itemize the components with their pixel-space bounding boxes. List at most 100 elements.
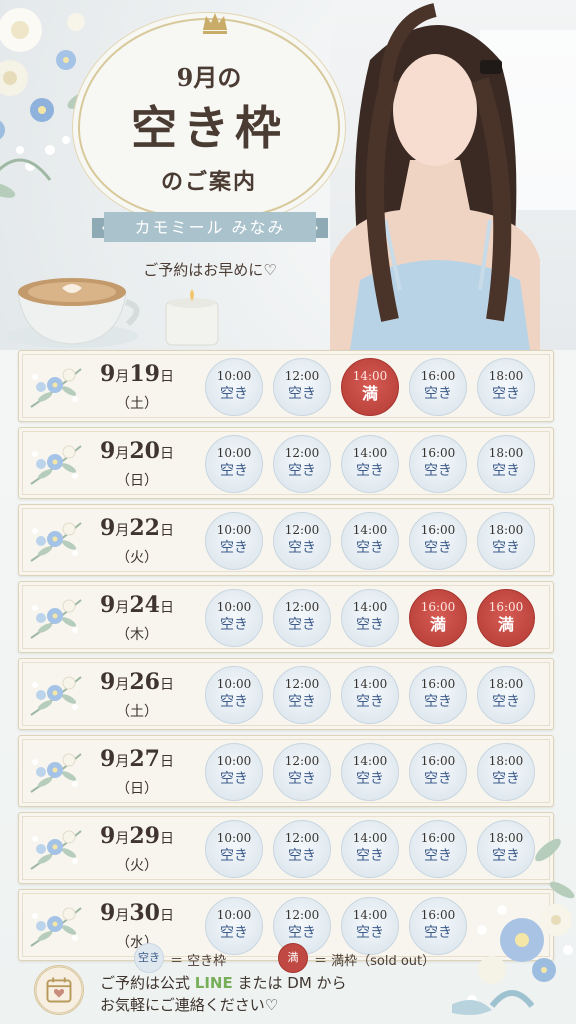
slot-status: 空き (220, 694, 248, 710)
slot-status: 空き (492, 694, 520, 710)
slot-open[interactable]: 18:00 空き (477, 435, 535, 493)
slot-status: 空き (356, 463, 384, 479)
slot-open[interactable]: 14:00 空き (341, 512, 399, 570)
flower-decoration (30, 907, 82, 947)
slot-time: 18:00 (488, 754, 524, 768)
slot-time: 10:00 (216, 754, 252, 768)
slot-time: 12:00 (284, 677, 320, 691)
slot-time: 12:00 (284, 754, 320, 768)
slot-open[interactable]: 10:00 空き (205, 358, 263, 416)
slot-full[interactable]: 14:00 満 (341, 358, 399, 416)
slot-time: 10:00 (216, 908, 252, 922)
slot-time: 14:00 (352, 908, 388, 922)
slot-open[interactable]: 10:00 空き (205, 512, 263, 570)
slot-status: 空き (356, 694, 384, 710)
slot-open[interactable]: 12:00 空き (273, 820, 331, 878)
slot-open[interactable]: 10:00 空き (205, 743, 263, 801)
slot-full[interactable]: 16:00 満 (477, 589, 535, 647)
page-title: 空き枠 (131, 101, 287, 155)
slot-time: 18:00 (488, 446, 524, 460)
day-of-week: （木） (116, 627, 158, 643)
slot-open[interactable]: 18:00 空き (477, 512, 535, 570)
day-of-week: （土） (116, 396, 158, 412)
slot-time: 10:00 (216, 446, 252, 460)
slot-open[interactable]: 12:00 空き (273, 589, 331, 647)
slot-open[interactable]: 14:00 空き (341, 820, 399, 878)
slot-open[interactable]: 16:00 空き (409, 743, 467, 801)
slot-time: 12:00 (284, 369, 320, 383)
day-row: 9月19日 （土） 10:00 空き 12:00 空き 14:00 満 16:00 空… (18, 350, 554, 422)
slot-time: 10:00 (216, 369, 252, 383)
slot-open[interactable]: 10:00 空き (205, 589, 263, 647)
slot-open[interactable]: 14:00 空き (341, 666, 399, 724)
slot-open[interactable]: 12:00 空き (273, 512, 331, 570)
slot-status: 空き (288, 386, 316, 402)
slot-status: 空き (492, 386, 520, 402)
slot-open[interactable]: 14:00 空き (341, 743, 399, 801)
slot-status: 空き (220, 386, 248, 402)
slot-open[interactable]: 12:00 空き (273, 743, 331, 801)
slot-status: 満 (497, 615, 514, 634)
slot-time: 16:00 (488, 600, 524, 614)
slot-status: 空き (356, 848, 384, 864)
slot-status: 空き (492, 463, 520, 479)
slot-open[interactable]: 18:00 空き (477, 666, 535, 724)
slot-status: 空き (288, 540, 316, 556)
footer-line1-a: ご予約は公式 (100, 974, 191, 992)
slot-open[interactable]: 16:00 空き (409, 435, 467, 493)
slot-time: 14:00 (352, 677, 388, 691)
slot-full[interactable]: 16:00 満 (409, 589, 467, 647)
slot-time: 12:00 (284, 446, 320, 460)
slot-open[interactable]: 12:00 空き (273, 358, 331, 416)
slot-status: 空き (424, 463, 452, 479)
slot-open[interactable]: 14:00 空き (341, 435, 399, 493)
slot-open[interactable]: 16:00 空き (409, 512, 467, 570)
slot-status: 空き (356, 771, 384, 787)
slot-open[interactable]: 10:00 空き (205, 435, 263, 493)
legend-full-text: ＝ 満枠（sold out） (314, 954, 436, 969)
slot-time: 14:00 (352, 600, 388, 614)
day-of-week: （土） (116, 704, 158, 720)
slot-open[interactable]: 12:00 空き (273, 666, 331, 724)
slot-status: 空き (424, 771, 452, 787)
slot-status: 空き (356, 540, 384, 556)
flower-bouquet-decoration-bottom (452, 838, 575, 1015)
slot-status: 空き (220, 540, 248, 556)
date-label: 9月29日 （火） (85, 819, 189, 879)
date-label: 9月19日 （土） (85, 357, 189, 417)
slot-status: 空き (220, 617, 248, 633)
slot-status: 空き (288, 771, 316, 787)
slot-time: 16:00 (420, 754, 456, 768)
slot-status: 満 (361, 384, 378, 403)
slot-status: 空き (492, 540, 520, 556)
slot-open[interactable]: 18:00 空き (477, 358, 535, 416)
day-row: 9月26日 （土） 10:00 空き 12:00 空き 14:00 空き 16:00 … (18, 658, 554, 730)
slot-open[interactable]: 10:00 空き (205, 820, 263, 878)
legend-open-text: ＝ 空き枠 (170, 954, 227, 969)
slot-open[interactable]: 10:00 空き (205, 666, 263, 724)
slot-open[interactable]: 18:00 空き (477, 743, 535, 801)
flower-decoration (30, 368, 82, 408)
slot-time: 14:00 (352, 754, 388, 768)
slot-time: 10:00 (216, 677, 252, 691)
slot-status: 空き (356, 925, 384, 941)
crown-icon (203, 13, 227, 34)
slot-open[interactable]: 16:00 空き (409, 666, 467, 724)
day-of-week: （火） (116, 550, 158, 566)
day-row: 9月22日 （火） 10:00 空き 12:00 空き 14:00 空き 16:00 … (18, 504, 554, 576)
slot-open[interactable]: 16:00 空き (409, 358, 467, 416)
slot-time: 16:00 (420, 677, 456, 691)
footer-contact-text: ご予約は公式 LINE または DM から お気軽にご連絡ください♡ (100, 972, 430, 1016)
slot-status: 空き (288, 925, 316, 941)
slot-open[interactable]: 14:00 空き (341, 589, 399, 647)
slot-time: 16:00 (420, 369, 456, 383)
line-link[interactable]: LINE (195, 974, 233, 992)
slot-open[interactable]: 12:00 空き (273, 435, 331, 493)
footer-line1-c: または DM から (237, 974, 347, 992)
slot-status: 空き (288, 617, 316, 633)
date-label: 9月27日 （日） (85, 742, 189, 802)
slot-status: 空き (220, 925, 248, 941)
day-row: 9月24日 （木） 10:00 空き 12:00 空き 14:00 空き 16:00 … (18, 581, 554, 653)
latte-cup-decoration (6, 278, 140, 348)
slot-time: 16:00 (420, 446, 456, 460)
